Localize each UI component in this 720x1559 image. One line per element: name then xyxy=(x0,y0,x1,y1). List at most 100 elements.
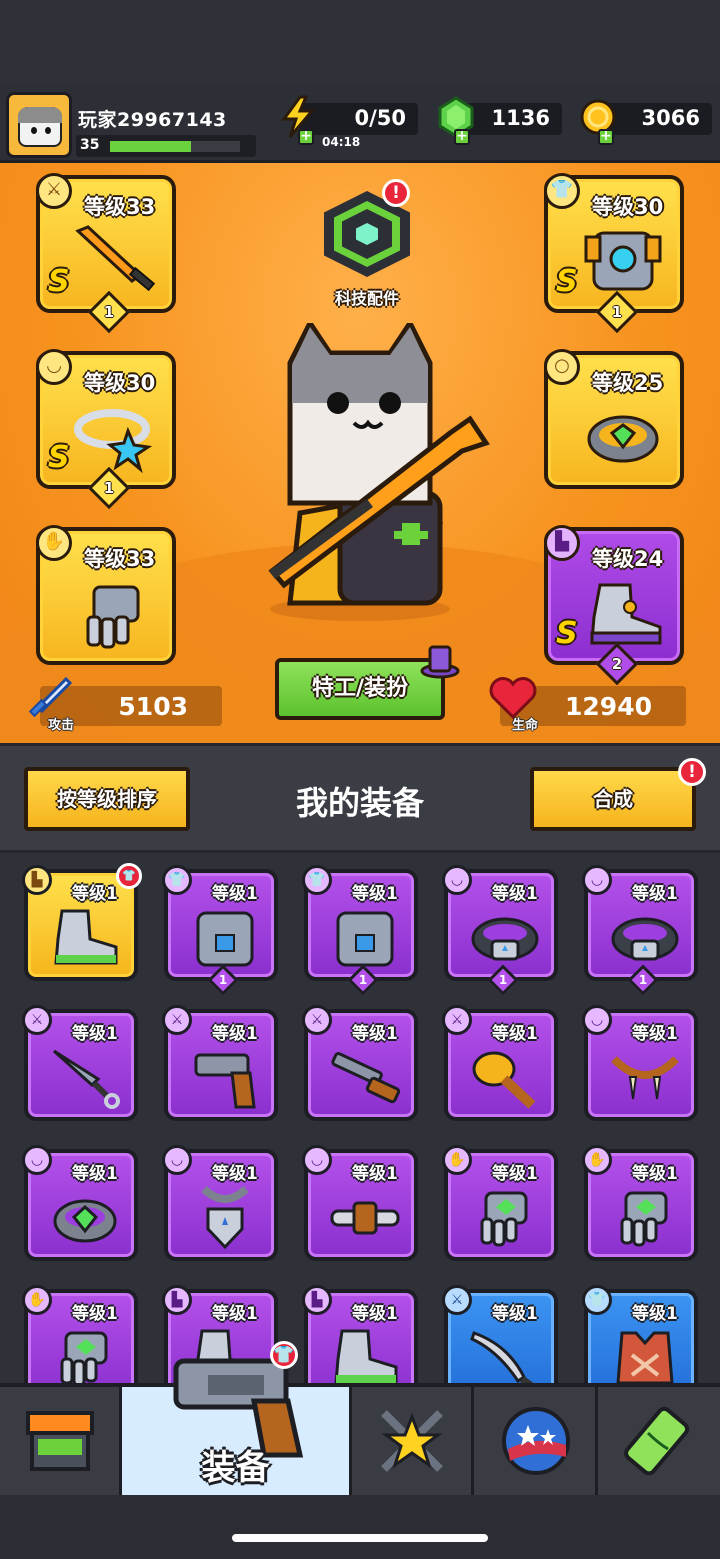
item-type-icon: ✋ xyxy=(582,1145,612,1175)
dna-capsule-icon xyxy=(624,1406,690,1476)
inventory-card[interactable]: 👕 等级1 xyxy=(582,1285,698,1383)
home-indicator xyxy=(232,1534,488,1542)
weapon-type-icon: ⚔ xyxy=(36,173,72,209)
hero-equipment-panel: 科技配件 ! ⚔ 等级33 S 1 👕 等级30 S 1 ◡ 等级30 S 1 … xyxy=(0,163,720,743)
boot-icon xyxy=(590,583,662,645)
status-bar-area xyxy=(0,0,720,85)
item-level: 等级1 xyxy=(212,1024,258,1044)
inventory-card[interactable]: ⚔ 等级1 xyxy=(22,1005,138,1121)
fang-necklace-icon xyxy=(611,1056,679,1100)
equipment-alert-badge: 👕 xyxy=(270,1341,298,1369)
item-level: 等级1 xyxy=(492,1164,538,1184)
nav-heroes[interactable] xyxy=(352,1387,474,1495)
item-level: 等级1 xyxy=(212,1164,258,1184)
armor-icon xyxy=(196,911,254,967)
player-name: 玩家29967143 xyxy=(78,109,227,131)
shield-pendant-icon xyxy=(201,1185,249,1250)
item-level: 等级1 xyxy=(72,1164,118,1184)
merge-button-label: 合成 xyxy=(593,787,633,811)
inventory-card[interactable]: ✋ 等级1 xyxy=(442,1145,558,1261)
add-coins-button[interactable]: + xyxy=(598,129,614,145)
slot-grade: S xyxy=(556,616,578,651)
slot-boots[interactable]: ▙ 等级24 S 2 xyxy=(544,525,684,686)
slot-level: 等级33 xyxy=(84,547,156,571)
item-level: 等级1 xyxy=(352,884,398,904)
inventory-card[interactable]: ⚔ 等级1 xyxy=(302,1005,418,1121)
cat-face-icon xyxy=(18,107,62,147)
slot-level: 等级30 xyxy=(592,195,664,219)
add-energy-button[interactable]: + xyxy=(298,129,314,145)
inventory-card[interactable]: 👕 等级1 1 xyxy=(162,865,278,996)
add-gems-button[interactable]: + xyxy=(454,129,470,145)
item-type-icon: ⚔ xyxy=(442,1005,472,1035)
item-level: 等级1 xyxy=(352,1304,398,1324)
sort-button-label: 按等级排序 xyxy=(57,787,157,811)
inventory-card[interactable]: ▙ 等级1 xyxy=(302,1285,418,1383)
item-level: 等级1 xyxy=(72,1024,118,1044)
agent-outfit-label: 特工/装扮 xyxy=(311,676,409,701)
armor-icon xyxy=(584,231,662,291)
inventory-card[interactable]: ◡ 等级1 xyxy=(22,1145,138,1261)
item-type-icon: ⚔ xyxy=(442,1285,472,1315)
belt-icon xyxy=(471,917,539,961)
player-level: 35 xyxy=(80,137,100,153)
item-level: 等级1 xyxy=(212,1304,258,1324)
nav-world[interactable] xyxy=(474,1387,598,1495)
boot-icon xyxy=(334,1329,398,1383)
ring-icon xyxy=(53,1199,117,1243)
cat-hero-character xyxy=(268,323,490,621)
item-type-icon: 👕 xyxy=(582,1285,612,1315)
slot-glove[interactable]: ✋ 等级33 xyxy=(36,525,176,665)
tech-parts-button[interactable]: 科技配件 ! xyxy=(320,179,414,311)
sort-by-level-button[interactable]: 按等级排序 xyxy=(24,767,190,831)
inventory-card[interactable]: ⚔ 等级1 xyxy=(442,1285,558,1383)
nav-equipment-label: 装备 xyxy=(201,1448,270,1488)
slot-ring[interactable]: ○ 等级25 xyxy=(544,349,684,489)
inventory-card[interactable]: ◡ 等级1 1 xyxy=(442,865,558,996)
shotgun-icon xyxy=(331,1052,401,1104)
item-type-icon: ⚔ xyxy=(162,1005,192,1035)
bottom-navigation: 👕 装备 xyxy=(0,1341,720,1495)
gem-value: 1136 xyxy=(491,106,550,130)
necklace-type-icon: ◡ xyxy=(36,349,72,385)
inventory-card[interactable]: ◡ 等级1 xyxy=(582,1005,698,1121)
inventory-card[interactable]: ◡ 等级1 xyxy=(162,1145,278,1261)
inventory-card[interactable]: ▙ 等级1 👕 xyxy=(22,863,142,981)
nav-equipment[interactable]: 👕 装备 xyxy=(122,1341,352,1495)
slot-weapon[interactable]: ⚔ 等级33 S 1 xyxy=(36,173,176,334)
glove-icon xyxy=(60,1331,108,1383)
new-item-badge: 👕 xyxy=(116,863,142,889)
armor-type-icon: 👕 xyxy=(544,173,580,209)
ring-icon xyxy=(587,415,659,463)
belt-icon xyxy=(611,917,679,961)
item-type-icon: ◡ xyxy=(162,1145,192,1175)
inventory-card[interactable]: ◡ 等级1 xyxy=(302,1145,418,1261)
inventory-card[interactable]: ◡ 等级1 1 xyxy=(582,865,698,996)
bone-belt-icon xyxy=(330,1201,400,1235)
inventory-card[interactable]: ⚔ 等级1 xyxy=(162,1005,278,1121)
glove-icon xyxy=(620,1191,668,1247)
merge-button[interactable]: 合成 xyxy=(530,767,696,831)
item-level: 等级1 xyxy=(72,884,118,904)
xp-bar-fill xyxy=(110,141,191,152)
shop-icon xyxy=(26,1411,94,1471)
player-level-box: 35 xyxy=(76,135,256,157)
item-level: 等级1 xyxy=(632,1024,678,1044)
slot-necklace[interactable]: ◡ 等级30 S 1 xyxy=(36,349,176,510)
inventory-card[interactable]: ⚔ 等级1 xyxy=(442,1005,558,1121)
slot-grade: S xyxy=(48,264,70,299)
hat-icon xyxy=(420,645,460,679)
item-type-icon: ▙ xyxy=(162,1285,192,1315)
life-label: 生命 xyxy=(512,718,539,733)
inventory-card[interactable]: ✋ 等级1 xyxy=(582,1145,698,1261)
inventory-card[interactable]: ✋ 等级1 xyxy=(22,1285,138,1383)
necklace-icon xyxy=(74,409,153,474)
slot-armor[interactable]: 👕 等级30 S 1 xyxy=(544,173,684,334)
nav-lab[interactable] xyxy=(598,1387,720,1495)
inventory-card[interactable]: 👕 等级1 1 xyxy=(302,865,418,996)
item-type-icon: 👕 xyxy=(162,865,192,895)
nav-shop[interactable] xyxy=(0,1387,122,1495)
player-avatar[interactable] xyxy=(6,92,72,158)
armor-icon xyxy=(336,911,394,967)
attack-value: 5103 xyxy=(118,692,188,721)
